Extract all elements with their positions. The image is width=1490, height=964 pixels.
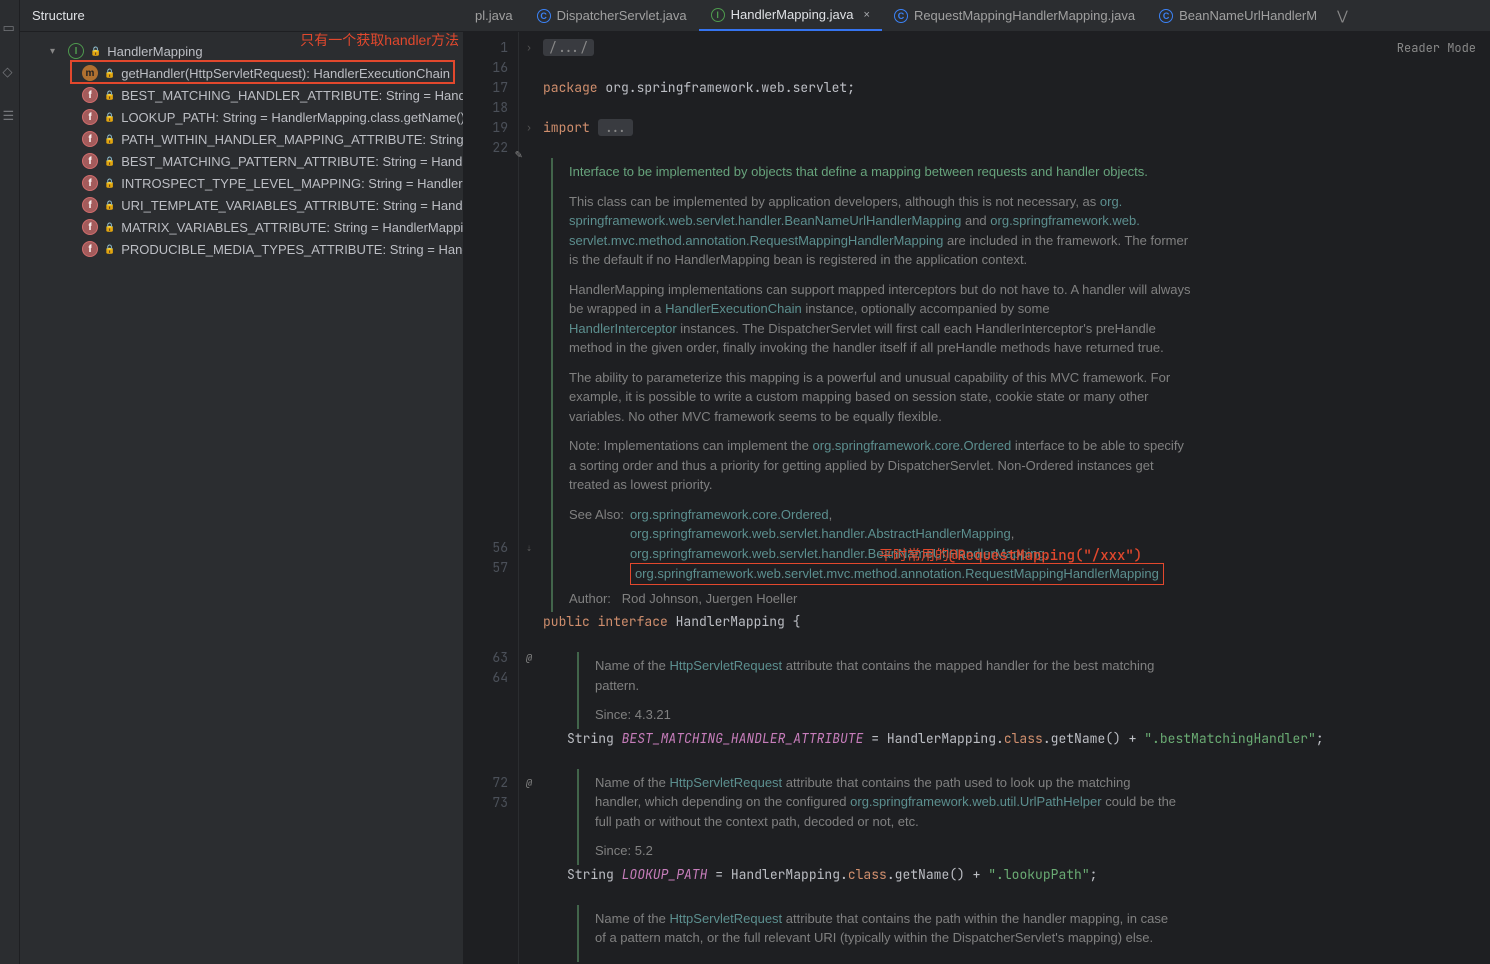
class-icon: C [894, 9, 908, 23]
tree-item[interactable]: f 🔒 INTROSPECT_TYPE_LEVEL_MAPPING: String … [20, 172, 463, 194]
javadoc-block: Name of the HttpServletRequest attribute… [577, 769, 1177, 865]
lock-icon: 🔒 [104, 90, 115, 101]
fold-column: ›› ⇣ @ @ [519, 32, 539, 964]
tab-beanname[interactable]: CBeanNameUrlHandlerM [1147, 0, 1329, 31]
rail-icon[interactable]: ▭ [3, 20, 17, 34]
close-icon[interactable]: × [864, 9, 870, 21]
lock-icon: 🔒 [104, 222, 115, 233]
tree-label: LOOKUP_PATH: String = HandlerMapping.cla… [121, 110, 463, 125]
field-icon: f [82, 109, 98, 125]
lock-icon: 🔒 [104, 200, 115, 211]
lock-icon: 🔒 [104, 244, 115, 255]
fold-block[interactable]: ... [598, 119, 633, 136]
method-icon: m [82, 65, 98, 81]
tree-label: URI_TEMPLATE_VARIABLES_ATTRIBUTE: String… [121, 198, 463, 213]
interface-icon: I [711, 8, 725, 22]
fold-icon[interactable]: › [519, 38, 539, 58]
field-icon: f [82, 219, 98, 235]
see-link[interactable]: org.springframework.core.Ordered [630, 507, 829, 522]
tree-label: PATH_WITHIN_HANDLER_MAPPING_ATTRIBUTE: S… [121, 132, 463, 147]
tree-item[interactable]: f 🔒 LOOKUP_PATH: String = HandlerMapping.c… [20, 106, 463, 128]
structure-panel: Structure 只有一个获取handler方法 ▾ I 🔒 HandlerM… [20, 0, 463, 964]
tree-label: INTROSPECT_TYPE_LEVEL_MAPPING: String = … [121, 176, 463, 191]
lock-icon: 🔒 [90, 46, 101, 57]
see-link[interactable]: org.springframework.web.servlet.handler.… [630, 526, 1011, 541]
field-icon: f [82, 197, 98, 213]
annotation-text: 只有一个获取handler方法 [300, 30, 459, 50]
javadoc-block: Name of the HttpServletRequest attribute… [577, 905, 1177, 962]
tree-item[interactable]: f 🔒 PRODUCIBLE_MEDIA_TYPES_ATTRIBUTE: Stri… [20, 238, 463, 260]
tool-window-rail[interactable]: ▭ ◇ ☰ [0, 0, 20, 964]
gutter: 11617181922 5657 6364 7273 [463, 32, 519, 964]
see-also-label: See Also: [569, 505, 624, 585]
lock-icon: 🔒 [104, 68, 115, 79]
lock-icon: 🔒 [104, 178, 115, 189]
fold-icon[interactable]: › [519, 118, 539, 138]
lock-icon: 🔒 [104, 134, 115, 145]
tabs-overflow[interactable]: ⋁ [1329, 0, 1356, 31]
tree-label: BEST_MATCHING_PATTERN_ATTRIBUTE: String … [121, 154, 463, 169]
rail-icon[interactable]: ☰ [3, 108, 17, 122]
tree-item[interactable]: f 🔒 BEST_MATCHING_PATTERN_ATTRIBUTE: Strin… [20, 150, 463, 172]
tree-label: HandlerMapping [107, 44, 202, 59]
pencil-icon[interactable]: ✎ [515, 144, 522, 164]
tree-item[interactable]: f 🔒 MATRIX_VARIABLES_ATTRIBUTE: String = H… [20, 216, 463, 238]
javadoc-block: Name of the HttpServletRequest attribute… [577, 652, 1157, 729]
tab-handlermapping[interactable]: IHandlerMapping.java× [699, 0, 882, 31]
structure-tree: ▾ I 🔒 HandlerMapping m 🔒 getHandler(Http… [20, 32, 463, 260]
tab-dispatcher[interactable]: CDispatcherServlet.java [525, 0, 699, 31]
lock-icon: 🔒 [104, 112, 115, 123]
tab-requestmapping[interactable]: CRequestMappingHandlerMapping.java [882, 0, 1147, 31]
fold-block[interactable]: /.../ [543, 39, 594, 56]
tree-item[interactable]: f 🔒 PATH_WITHIN_HANDLER_MAPPING_ATTRIBUTE:… [20, 128, 463, 150]
tree-label: getHandler(HttpServletRequest): HandlerE… [121, 66, 450, 81]
tree-label: BEST_MATCHING_HANDLER_ATTRIBUTE: String … [121, 88, 463, 103]
tab-pl[interactable]: pl.java [463, 0, 525, 31]
class-icon: C [537, 9, 551, 23]
chevron-down-icon[interactable]: ▾ [50, 46, 62, 57]
editor-tabs: pl.java CDispatcherServlet.java IHandler… [463, 0, 1490, 32]
tree-item[interactable]: f 🔒 BEST_MATCHING_HANDLER_ATTRIBUTE: Strin… [20, 84, 463, 106]
lock-icon: 🔒 [104, 156, 115, 167]
field-icon: f [82, 153, 98, 169]
tree-label: MATRIX_VARIABLES_ATTRIBUTE: String = Han… [121, 220, 463, 235]
tree-label: PRODUCIBLE_MEDIA_TYPES_ATTRIBUTE: String… [121, 242, 463, 257]
annotation-text: 平时常用的@RequestMapping("/xxx") [879, 546, 1142, 566]
tree-item[interactable]: f 🔒 URI_TEMPLATE_VARIABLES_ATTRIBUTE: Stri… [20, 194, 463, 216]
field-icon: f [82, 175, 98, 191]
editor-area: pl.java CDispatcherServlet.java IHandler… [463, 0, 1490, 964]
javadoc-block: Interface to be implemented by objects t… [551, 158, 1191, 612]
field-icon: f [82, 87, 98, 103]
code-area[interactable]: ✎ /.../ package org.springframework.web.… [539, 32, 1490, 964]
tree-item[interactable]: m 🔒 getHandler(HttpServletRequest): Hand… [20, 62, 463, 84]
field-icon: f [82, 241, 98, 257]
editor-body[interactable]: Reader Mode 11617181922 5657 6364 7273 ›… [463, 32, 1490, 964]
class-icon: C [1159, 9, 1173, 23]
see-link[interactable]: org.springframework.web.servlet.mvc.meth… [635, 566, 1159, 581]
interface-icon: I [68, 43, 84, 59]
rail-icon[interactable]: ◇ [3, 64, 17, 78]
field-icon: f [82, 131, 98, 147]
author-label: Author: [569, 591, 611, 606]
panel-title: Structure [20, 0, 463, 32]
